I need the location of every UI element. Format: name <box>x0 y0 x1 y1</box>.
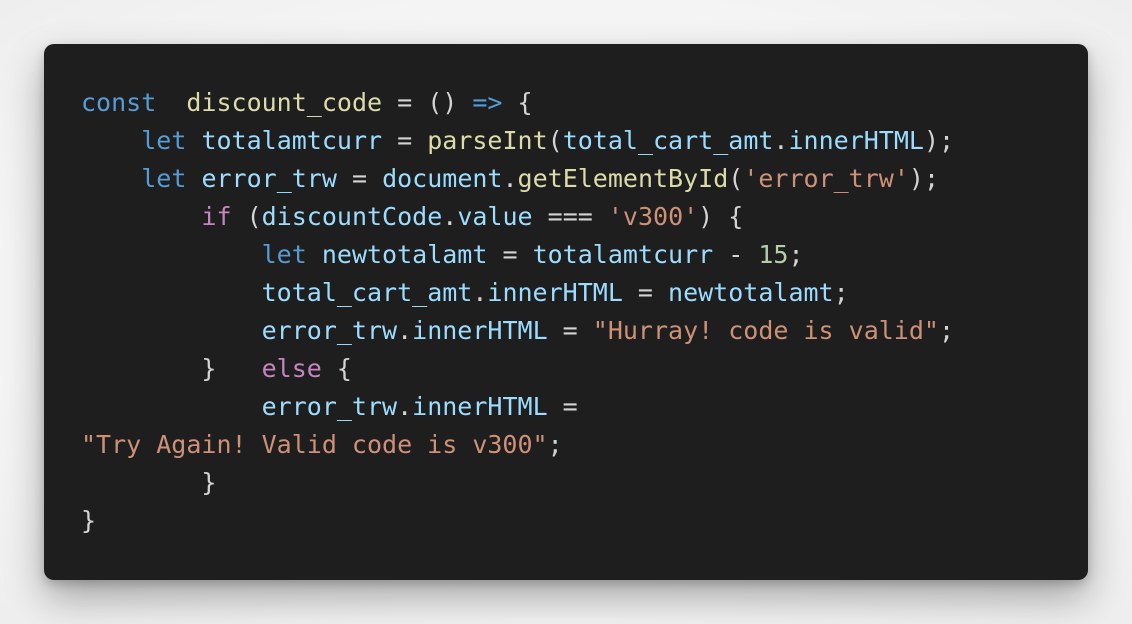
code-token: . <box>397 392 413 421</box>
code-token: = <box>382 126 428 155</box>
code-token: error_trw <box>261 392 398 421</box>
code-token: error_trw <box>261 316 398 345</box>
code-token: newtotalamt <box>321 240 488 269</box>
code-token: getElementById <box>517 164 729 193</box>
code-line: total_cart_amt.innerHTML = newtotalamt; <box>81 274 1088 312</box>
code-token: error_trw <box>201 164 337 193</box>
code-token: totalamtcurr <box>532 240 714 269</box>
code-line: const discount_code = () => { <box>81 84 1088 122</box>
code-token: ( <box>547 126 563 155</box>
page-background: const discount_code = () => { let totala… <box>0 0 1132 624</box>
code-token: = <box>547 316 593 345</box>
code-token: . <box>773 126 789 155</box>
code-token: ; <box>547 430 563 459</box>
code-token: newtotalamt <box>668 278 834 307</box>
code-token: = () <box>382 88 473 117</box>
code-token: 'error_trw' <box>743 164 909 193</box>
code-token: . <box>502 164 518 193</box>
code-line: "Try Again! Valid code is v300"; <box>81 426 1088 464</box>
code-line: if (discountCode.value === 'v300') { <box>81 198 1088 236</box>
code-token: => <box>472 88 503 117</box>
code-token: innerHTML <box>412 316 548 345</box>
code-line: } else { <box>81 350 1088 388</box>
code-line: error_trw.innerHTML = "Hurray! code is v… <box>81 312 1088 350</box>
code-token: ; <box>938 316 955 345</box>
code-line: } <box>81 464 1088 502</box>
code-token: if <box>201 202 232 231</box>
code-token: discountCode <box>261 202 443 231</box>
code-token: = <box>487 240 533 269</box>
code-token: ; <box>788 240 804 269</box>
code-token: let <box>141 164 187 193</box>
code-token: ( <box>231 202 262 231</box>
code-token: else <box>261 354 322 383</box>
code-token: 'v300' <box>607 202 699 231</box>
code-token: { <box>321 354 352 383</box>
code-token: innerHTML <box>412 392 548 421</box>
code-token: const <box>81 88 157 117</box>
code-token: = <box>622 278 669 307</box>
code-token: ( <box>728 164 744 193</box>
code-token: = <box>547 392 593 421</box>
code-token: ); <box>908 164 940 193</box>
code-token: { <box>502 88 533 117</box>
code-line: error_trw.innerHTML = <box>81 388 1088 426</box>
code-token: } <box>81 506 97 535</box>
code-token: . <box>472 278 488 307</box>
code-line: let totalamtcurr = parseInt(total_cart_a… <box>81 122 1088 160</box>
code-token: "Hurray! code is valid" <box>592 316 939 345</box>
code-token: . <box>442 202 458 231</box>
code-token: = <box>336 164 383 193</box>
code-token: } <box>81 354 262 383</box>
code-token: ); <box>923 126 955 155</box>
code-token: . <box>397 316 413 345</box>
code-snippet-card: const discount_code = () => { let totala… <box>44 44 1088 580</box>
code-token: document <box>382 164 503 193</box>
code-token: 15 <box>758 240 789 269</box>
code-token: let <box>261 240 307 269</box>
code-token: - <box>713 240 759 269</box>
code-token: total_cart_amt <box>562 126 774 155</box>
code-line: let newtotalamt = totalamtcurr - 15; <box>81 236 1088 274</box>
code-block: const discount_code = () => { let totala… <box>81 84 1088 540</box>
code-line: let error_trw = document.getElementById(… <box>81 160 1088 198</box>
code-token: discount_code <box>186 88 383 117</box>
code-token: innerHTML <box>788 126 924 155</box>
code-token: ; <box>833 278 849 307</box>
code-token: let <box>141 126 187 155</box>
code-token: total_cart_amt <box>261 278 473 307</box>
code-token: parseInt <box>427 126 548 155</box>
code-token: === <box>532 202 608 231</box>
code-token: "Try Again! Valid code is v300" <box>81 430 548 459</box>
code-token: ) { <box>698 202 744 231</box>
code-token: totalamtcurr <box>201 126 383 155</box>
code-token: innerHTML <box>487 278 623 307</box>
code-token: } <box>81 468 217 497</box>
code-line: } <box>81 502 1088 540</box>
code-token: value <box>457 202 533 231</box>
